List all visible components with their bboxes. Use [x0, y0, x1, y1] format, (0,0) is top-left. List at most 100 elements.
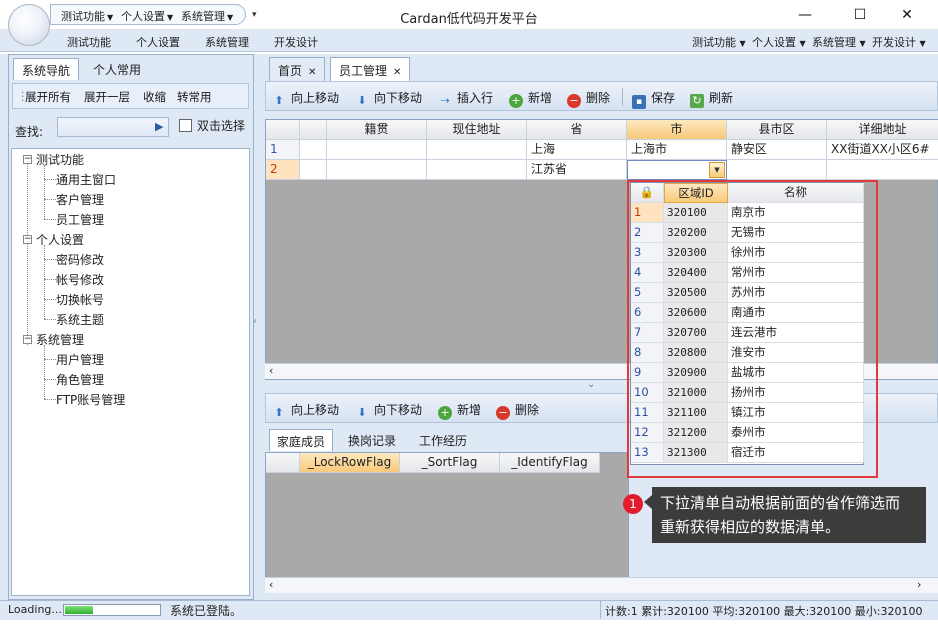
column-header[interactable]: 籍贯: [327, 120, 427, 140]
callout-line: 下拉清单自动根据前面的省作筛选而: [660, 494, 901, 512]
expand-one-level-button[interactable]: 展开一层: [84, 89, 130, 105]
tab-family[interactable]: 家庭成员: [269, 429, 334, 451]
grid-cell[interactable]: XX街道XX小区6#: [827, 140, 938, 160]
grid-cell[interactable]: 静安区: [727, 140, 827, 160]
search-input[interactable]: ▶: [57, 117, 169, 137]
column-header-active[interactable]: 市: [627, 120, 727, 140]
grid-cell[interactable]: [727, 160, 827, 180]
tab-work-history[interactable]: 工作经历: [412, 429, 474, 451]
arrow-up-icon: ⬆: [274, 94, 284, 107]
tree-leaf[interactable]: 角色管理: [56, 371, 104, 388]
close-icon[interactable]: ✕: [393, 67, 401, 78]
close-icon[interactable]: ✕: [308, 67, 316, 78]
menu-system[interactable]: 系统管理: [205, 34, 249, 50]
grid-cell[interactable]: [327, 140, 427, 160]
scroll-left-icon[interactable]: ‹: [269, 578, 273, 591]
arrow-down-icon: ⬇: [357, 406, 367, 419]
grid-cell[interactable]: [327, 160, 427, 180]
detail-horizontal-scrollbar[interactable]: ‹ ›: [265, 577, 938, 593]
tree-leaf[interactable]: 客户管理: [56, 191, 104, 208]
menu-right-system[interactable]: 系统管理 ▼: [812, 34, 866, 50]
tree-leaf[interactable]: 系统主题: [56, 311, 104, 328]
row-indicator: [300, 140, 327, 160]
collapse-icon[interactable]: −: [23, 235, 32, 244]
delete-button[interactable]: − 删除: [567, 89, 610, 108]
row-number-active[interactable]: 2: [266, 160, 300, 180]
play-icon[interactable]: ▶: [155, 120, 163, 133]
add-button[interactable]: + 新增: [509, 89, 552, 108]
detail-add-button[interactable]: + 新增: [438, 401, 481, 420]
chevron-down-icon: ▼: [919, 39, 926, 48]
column-header-active[interactable]: _LockRowFlag: [300, 453, 400, 473]
grid-corner[interactable]: [266, 453, 300, 473]
menu-dev[interactable]: 开发设计: [274, 34, 318, 50]
tree-leaf[interactable]: FTP账号管理: [56, 391, 125, 408]
add-favorite-button[interactable]: 转常用: [177, 89, 212, 105]
grid-indicator-header: [300, 120, 327, 140]
vertical-splitter[interactable]: [254, 54, 263, 600]
tab-favorites[interactable]: 个人常用: [85, 58, 149, 80]
menu-right-dev[interactable]: 开发设计 ▼: [872, 34, 926, 50]
collapse-left-icon[interactable]: ‹: [253, 316, 257, 327]
collapse-icon[interactable]: −: [23, 335, 32, 344]
grid-cell[interactable]: 上海: [527, 140, 627, 160]
tab-job-change[interactable]: 换岗记录: [341, 429, 403, 451]
tab-staff[interactable]: 员工管理 ✕: [330, 57, 411, 81]
tree-line: [44, 179, 56, 180]
column-header[interactable]: 省: [527, 120, 627, 140]
grid-cell[interactable]: [427, 140, 527, 160]
grid-corner[interactable]: [266, 120, 300, 140]
column-header[interactable]: 详细地址: [827, 120, 938, 140]
row-indicator: [300, 160, 327, 180]
menu-personal[interactable]: 个人设置: [136, 34, 180, 50]
tree-leaf[interactable]: 密码修改: [56, 251, 104, 268]
tree-leaf[interactable]: 员工管理: [56, 211, 104, 228]
tab-home[interactable]: 首页 ✕: [269, 57, 326, 81]
tab-system-nav[interactable]: 系统导航: [13, 58, 80, 80]
column-header[interactable]: 现住地址: [427, 120, 527, 140]
tree-line: [44, 165, 45, 219]
collapse-icon[interactable]: −: [23, 155, 32, 164]
tab-label: 首页: [278, 64, 303, 78]
scroll-right-icon[interactable]: ›: [917, 578, 921, 591]
progress-bar: [63, 604, 161, 616]
detail-move-down-button[interactable]: ⬇ 向下移动: [355, 401, 422, 420]
app-menu-button[interactable]: [8, 4, 50, 46]
column-header[interactable]: _SortFlag: [400, 453, 500, 473]
detail-move-up-button[interactable]: ⬆ 向上移动: [272, 401, 339, 420]
double-click-checkbox[interactable]: [179, 119, 192, 132]
maximize-button[interactable]: ☐: [845, 4, 875, 26]
column-header[interactable]: _IdentifyFlag: [500, 453, 600, 473]
tree-leaf[interactable]: 切换帐号: [56, 291, 104, 308]
close-button[interactable]: ✕: [892, 4, 922, 26]
detail-delete-button[interactable]: − 删除: [496, 401, 539, 420]
refresh-button[interactable]: ↻ 刷新: [690, 89, 733, 108]
menu-right-personal[interactable]: 个人设置 ▼: [752, 34, 806, 50]
dropdown-arrow-icon[interactable]: ▼: [709, 162, 725, 178]
tree-leaf[interactable]: 帐号修改: [56, 271, 104, 288]
expand-all-button[interactable]: 展开所有: [25, 89, 71, 105]
grid-cell[interactable]: 江苏省: [527, 160, 627, 180]
scroll-left-icon[interactable]: ‹: [269, 364, 273, 377]
menu-test[interactable]: 测试功能: [67, 34, 111, 50]
menu-label: 个人设置: [752, 36, 796, 49]
button-label: 向下移动: [374, 403, 423, 417]
tree-line: [44, 199, 56, 200]
move-up-button[interactable]: ⬆ 向上移动: [272, 89, 339, 108]
grid-cell[interactable]: [427, 160, 527, 180]
tree-leaf[interactable]: 通用主窗口: [56, 171, 116, 188]
collapse-button[interactable]: 收缩: [143, 89, 166, 105]
tree-leaf[interactable]: 用户管理: [56, 351, 104, 368]
column-header[interactable]: 县市区: [727, 120, 827, 140]
collapse-down-icon[interactable]: ⌄: [587, 379, 595, 390]
move-down-button[interactable]: ⬇ 向下移动: [355, 89, 422, 108]
city-combo-editor[interactable]: ▼: [627, 160, 727, 180]
menu-right-test[interactable]: 测试功能 ▼: [692, 34, 746, 50]
row-number[interactable]: 1: [266, 140, 300, 160]
minimize-button[interactable]: —: [790, 4, 820, 26]
nav-tree: − 测试功能 通用主窗口 客户管理 员工管理 − 个人设置 密码修改 帐号修改 …: [11, 148, 250, 596]
insert-row-button[interactable]: ⇢ 插入行: [438, 89, 493, 108]
save-button[interactable]: ▪ 保存: [632, 89, 675, 109]
grid-cell[interactable]: 上海市: [627, 140, 727, 160]
grid-cell[interactable]: [827, 160, 938, 180]
